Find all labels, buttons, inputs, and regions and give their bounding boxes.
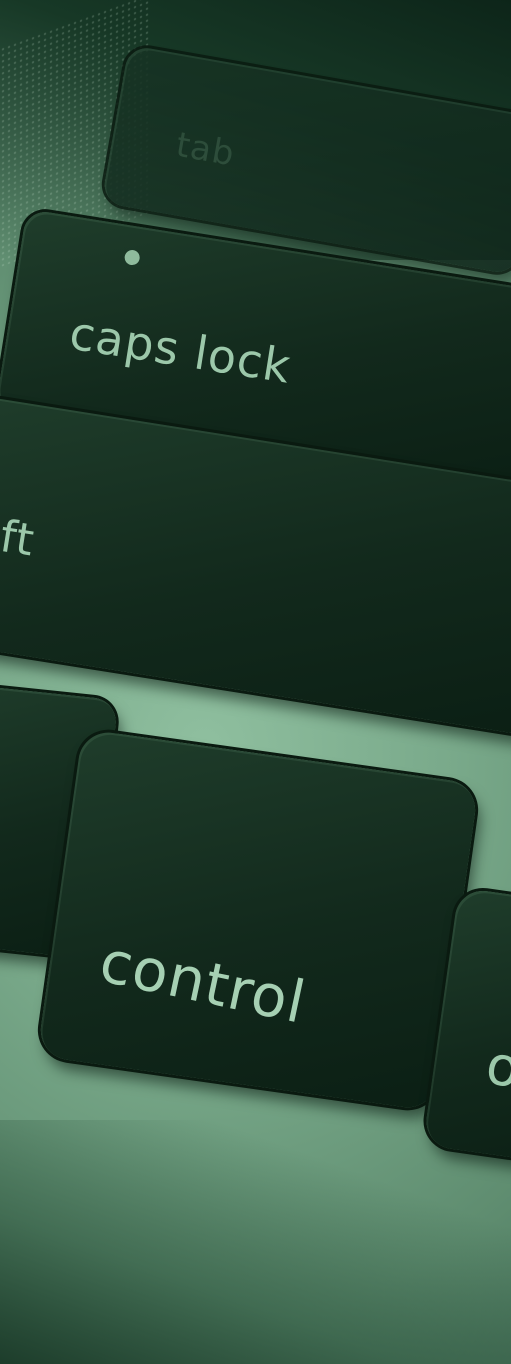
keyboard-photo: tab caps lock ift control o: [0, 0, 511, 1364]
bottom-shadow: [0, 1120, 511, 1364]
option-key-label: o: [482, 1033, 511, 1101]
caps-lock-key-label: caps lock: [65, 305, 295, 394]
control-key: control: [36, 728, 480, 1112]
tab-key-label: tab: [173, 124, 238, 175]
control-key-label: control: [94, 927, 312, 1037]
shift-key-label: ift: [0, 508, 39, 567]
caps-lock-indicator-light: [123, 248, 141, 267]
